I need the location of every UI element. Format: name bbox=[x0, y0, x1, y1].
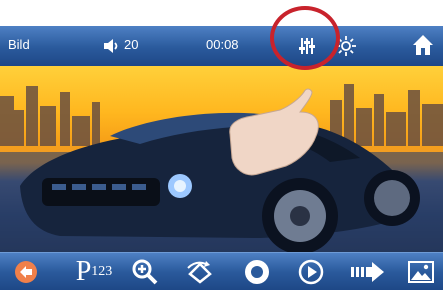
playback-time: 00:08 bbox=[206, 37, 239, 52]
gallery-button[interactable] bbox=[406, 253, 436, 290]
next-icon bbox=[351, 262, 384, 282]
zoom-in-button[interactable] bbox=[130, 253, 160, 290]
play-button[interactable] bbox=[296, 253, 326, 290]
home-icon[interactable] bbox=[412, 34, 434, 56]
image-viewer[interactable] bbox=[0, 66, 443, 252]
next-button[interactable] bbox=[348, 253, 388, 290]
volume-icon[interactable] bbox=[102, 37, 122, 55]
back-button[interactable] bbox=[12, 253, 40, 290]
page-label: P bbox=[75, 256, 92, 287]
page-select-button[interactable]: P 123 bbox=[66, 253, 122, 290]
device-screen: Bild 20 00:08 P 123 bbox=[0, 26, 443, 290]
car-photo bbox=[0, 84, 443, 252]
top-bar: Bild 20 00:08 bbox=[0, 26, 443, 67]
zoom-in-icon bbox=[132, 259, 158, 285]
rotate-button[interactable] bbox=[185, 253, 215, 290]
stop-button[interactable] bbox=[242, 253, 272, 290]
highlight-circle bbox=[270, 6, 340, 70]
mode-title: Bild bbox=[8, 37, 30, 52]
bottom-toolbar: P 123 bbox=[0, 252, 443, 290]
volume-level: 20 bbox=[124, 37, 139, 52]
stop-icon bbox=[245, 260, 269, 284]
play-icon bbox=[298, 259, 324, 285]
back-icon bbox=[15, 261, 37, 283]
page-number: 123 bbox=[91, 264, 113, 279]
rotate-icon bbox=[187, 261, 212, 284]
gallery-icon bbox=[408, 261, 434, 283]
